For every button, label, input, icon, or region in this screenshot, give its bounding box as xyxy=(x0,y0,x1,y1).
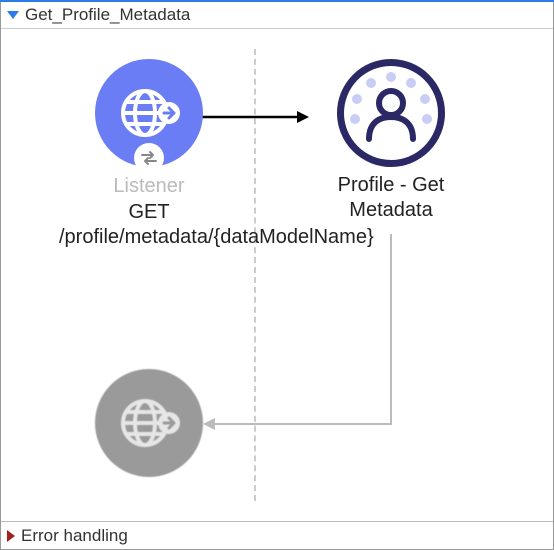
response-icon xyxy=(95,369,203,477)
profile-node-label: Profile - Get Metadata xyxy=(301,173,481,223)
exchange-badge-icon xyxy=(134,143,164,173)
globe-arrow-grey-icon xyxy=(117,391,181,455)
profile-icon xyxy=(337,59,445,167)
error-handling-label: Error handling xyxy=(21,526,128,546)
disclosure-triangle-icon[interactable] xyxy=(7,11,19,19)
listener-node[interactable]: Listener GET /profile/metadata/{dataMode… xyxy=(59,59,239,250)
error-handling-header[interactable]: Error handling xyxy=(1,521,553,549)
flow-header[interactable]: Get_Profile_Metadata xyxy=(1,1,553,29)
listener-icon xyxy=(95,59,203,167)
disclosure-triangle-icon[interactable] xyxy=(7,530,15,542)
flow-title: Get_Profile_Metadata xyxy=(25,5,190,25)
globe-arrow-icon xyxy=(117,81,181,145)
flow-panel: Get_Profile_Metadata xyxy=(0,0,554,550)
flow-canvas[interactable]: Listener GET /profile/metadata/{dataMode… xyxy=(1,29,553,521)
listener-path-label: GET /profile/metadata/{dataModelName} xyxy=(59,200,239,250)
profile-get-metadata-node[interactable]: Profile - Get Metadata xyxy=(301,59,481,223)
profile-dots-icon xyxy=(344,66,438,160)
listener-type-label: Listener xyxy=(59,175,239,198)
response-node[interactable] xyxy=(59,369,239,477)
